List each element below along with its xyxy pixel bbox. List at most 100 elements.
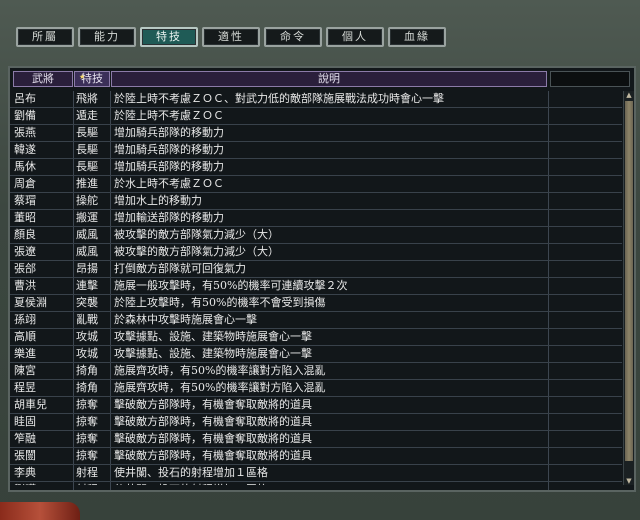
- officer-name: 劉曄: [14, 482, 70, 485]
- table-row[interactable]: 韓遂 長驅 增加騎兵部隊的移動力: [10, 142, 622, 159]
- skill-name: 掠奪: [76, 398, 98, 411]
- skill-description: 打倒敵方部隊就可回復氣力: [114, 262, 246, 275]
- decorative-corner: [0, 502, 80, 520]
- skill-description: 擊破敵方部隊時，有機會奪取敵將的道具: [114, 415, 312, 428]
- scroll-down-icon[interactable]: ▼: [624, 477, 634, 485]
- skill-name: 長驅: [76, 126, 98, 139]
- table-row[interactable]: 高順 攻城 攻擊據點、設施、建築物時施展會心一擊: [10, 329, 622, 346]
- skill-name: 射程: [76, 482, 110, 485]
- officer-name: 韓遂: [14, 143, 36, 156]
- officer-name: 張闓: [14, 449, 36, 462]
- table-row[interactable]: 陳宮 掎角 施展齊攻時，有50%的機率讓對方陷入混亂: [10, 363, 622, 380]
- table-row[interactable]: 夏侯淵 突襲 於陸上攻擊時，有50%的機率不會受到損傷: [10, 295, 622, 312]
- table-row[interactable]: 張燕 長驅 增加騎兵部隊的移動力: [10, 125, 622, 142]
- tab-command[interactable]: 命令: [264, 27, 322, 47]
- table-row[interactable]: 顏良 威風 被攻擊的敵方部隊氣力減少（大）: [10, 227, 622, 244]
- column-header-skill[interactable]: ★ 特技: [74, 71, 110, 87]
- skill-description: 被攻擊的敵方部隊氣力減少（大）: [114, 245, 279, 258]
- table-row[interactable]: 胡車兒 掠奪 擊破敵方部隊時，有機會奪取敵將的道具: [10, 397, 622, 414]
- table-row[interactable]: 劉曄 射程 使井闌、投石的射程增加１區格: [10, 482, 622, 485]
- skill-name: 掠奪: [76, 415, 98, 428]
- officer-name: 李典: [14, 466, 36, 479]
- table-row[interactable]: 董昭 搬運 增加輸送部隊的移動力: [10, 210, 622, 227]
- skill-description: 使井闌、投石的射程增加１區格: [114, 482, 544, 485]
- tab-affiliation[interactable]: 所屬: [16, 27, 74, 47]
- table-row[interactable]: 笮融 掠奪 擊破敵方部隊時，有機會奪取敵將的道具: [10, 431, 622, 448]
- skill-name: 連擊: [76, 279, 98, 292]
- officer-name: 張郃: [14, 262, 36, 275]
- officer-name: 蔡瑁: [14, 194, 36, 207]
- officer-name: 高順: [14, 330, 36, 343]
- table-row[interactable]: 張郃 昂揚 打倒敵方部隊就可回復氣力: [10, 261, 622, 278]
- skill-description: 於森林中攻擊時施展會心一擊: [114, 313, 257, 326]
- skill-name: 長驅: [76, 143, 98, 156]
- table-row[interactable]: 曹洪 連擊 施展一般攻擊時，有50%的機率可連續攻擊２次: [10, 278, 622, 295]
- skill-name: 攻城: [76, 330, 98, 343]
- table-row[interactable]: 蔡瑁 操舵 增加水上的移動力: [10, 193, 622, 210]
- tab-skills[interactable]: 特技: [140, 27, 198, 47]
- skill-name: 威風: [76, 245, 98, 258]
- skill-name: 昂揚: [76, 262, 98, 275]
- skill-description: 被攻擊的敵方部隊氣力減少（大）: [114, 228, 279, 241]
- scroll-thumb[interactable]: [625, 101, 633, 461]
- skill-name: 射程: [76, 466, 98, 479]
- skill-description: 增加輸送部隊的移動力: [114, 211, 224, 224]
- table-row[interactable]: 程昱 掎角 施展齊攻時，有50%的機率讓對方陷入混亂: [10, 380, 622, 397]
- table-body: 呂布 飛將 於陸上時不考慮ＺＯＣ、對武力低的敵部隊施展戰法成功時會心一擊 劉備 遁走 於陸…: [10, 91, 622, 485]
- skill-name: 突襲: [76, 296, 98, 309]
- table-row[interactable]: 張遼 威風 被攻擊的敵方部隊氣力減少（大）: [10, 244, 622, 261]
- skill-description: 施展齊攻時，有50%的機率讓對方陷入混亂: [114, 381, 326, 394]
- column-header-empty: [550, 71, 630, 87]
- tab-bar: 所屬 能力 特技 適性 命令 個人 血緣: [8, 20, 632, 56]
- tab-aptitude[interactable]: 適性: [202, 27, 260, 47]
- tab-personal[interactable]: 個人: [326, 27, 384, 47]
- table-row[interactable]: 孫翊 亂戰 於森林中攻擊時施展會心一擊: [10, 312, 622, 329]
- officer-name: 顏良: [14, 228, 36, 241]
- vertical-scrollbar[interactable]: ▲ ▼: [623, 91, 634, 485]
- window-frame: 所屬 能力 特技 適性 命令 個人 血緣 武將 ★ 特技 說明 呂布 飛將 於陸上時…: [0, 0, 640, 520]
- skill-description: 於水上時不考慮ＺＯＣ: [114, 177, 224, 190]
- skill-description: 增加騎兵部隊的移動力: [114, 160, 224, 173]
- column-header-desc[interactable]: 說明: [111, 71, 547, 87]
- officer-name: 張遼: [14, 245, 36, 258]
- table-row[interactable]: 樂進 攻城 攻擊據點、設施、建築物時施展會心一擊: [10, 346, 622, 363]
- table-row[interactable]: 張闓 掠奪 擊破敵方部隊時，有機會奪取敵將的道具: [10, 448, 622, 465]
- officer-name: 樂進: [14, 347, 36, 360]
- skill-description: 於陸上時不考慮ＺＯＣ、對武力低的敵部隊施展戰法成功時會心一擊: [114, 92, 444, 105]
- sort-star-icon: ★: [79, 73, 86, 81]
- skill-name: 掎角: [76, 364, 98, 377]
- skill-name: 遁走: [76, 109, 98, 122]
- officer-name: 呂布: [14, 92, 36, 105]
- officer-name: 胡車兒: [14, 398, 47, 411]
- table-row[interactable]: 李典 射程 使井闌、投石的射程增加１區格: [10, 465, 622, 482]
- skill-description: 擊破敵方部隊時，有機會奪取敵將的道具: [114, 398, 312, 411]
- skill-name: 攻城: [76, 347, 98, 360]
- skill-name: 威風: [76, 228, 98, 241]
- skill-name: 掎角: [76, 381, 98, 394]
- column-header-name[interactable]: 武將: [13, 71, 73, 87]
- officer-name: 孫翊: [14, 313, 36, 326]
- table-row[interactable]: 周倉 推進 於水上時不考慮ＺＯＣ: [10, 176, 622, 193]
- officer-name: 笮融: [14, 432, 36, 445]
- officer-name: 馬休: [14, 160, 36, 173]
- officer-name: 張燕: [14, 126, 36, 139]
- table-row[interactable]: 劉備 遁走 於陸上時不考慮ＺＯＣ: [10, 108, 622, 125]
- officer-name: 曹洪: [14, 279, 36, 292]
- skill-name: 推進: [76, 177, 98, 190]
- officer-name: 眭固: [14, 415, 36, 428]
- tab-ability[interactable]: 能力: [78, 27, 136, 47]
- skill-description: 施展齊攻時，有50%的機率讓對方陷入混亂: [114, 364, 326, 377]
- officer-name: 夏侯淵: [14, 296, 47, 309]
- skill-name: 掠奪: [76, 449, 98, 462]
- skill-name: 搬運: [76, 211, 98, 224]
- skill-description: 增加水上的移動力: [114, 194, 202, 207]
- table-row[interactable]: 呂布 飛將 於陸上時不考慮ＺＯＣ、對武力低的敵部隊施展戰法成功時會心一擊: [10, 91, 622, 108]
- skill-description: 增加騎兵部隊的移動力: [114, 143, 224, 156]
- table-header: 武將 ★ 特技 說明: [10, 68, 634, 90]
- table-row[interactable]: 馬休 長驅 增加騎兵部隊的移動力: [10, 159, 622, 176]
- skill-description: 施展一般攻擊時，有50%的機率可連續攻擊２次: [114, 279, 348, 292]
- table-row[interactable]: 眭固 掠奪 擊破敵方部隊時，有機會奪取敵將的道具: [10, 414, 622, 431]
- skill-description: 擊破敵方部隊時，有機會奪取敵將的道具: [114, 432, 312, 445]
- scroll-up-icon[interactable]: ▲: [624, 91, 634, 99]
- tab-lineage[interactable]: 血緣: [388, 27, 446, 47]
